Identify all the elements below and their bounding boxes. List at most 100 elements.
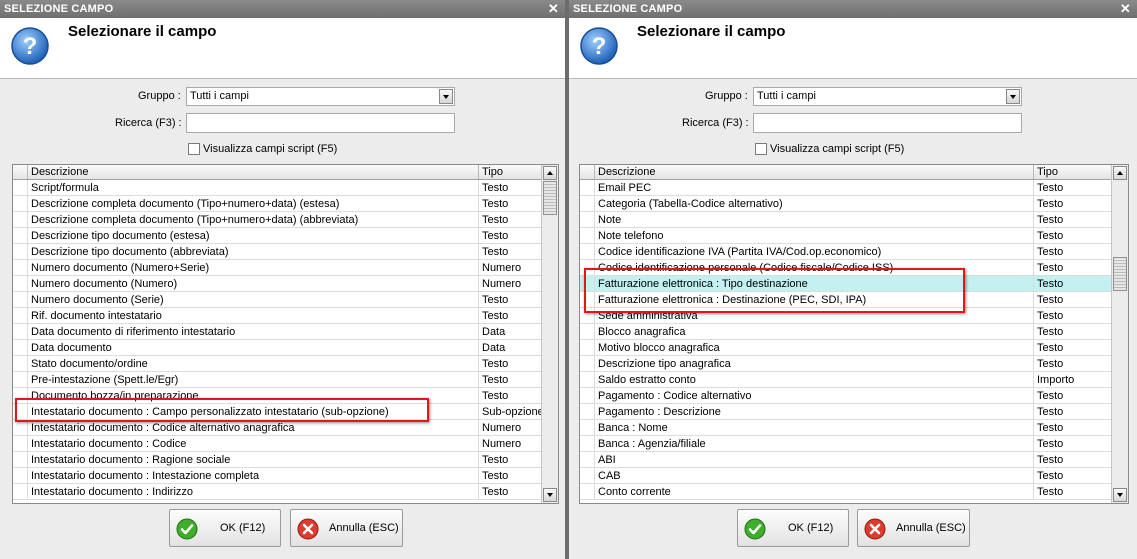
- table-row[interactable]: Categoria (Tabella-Codice alternativo) Te…: [580, 196, 1112, 212]
- column-header-tipo[interactable]: Tipo: [479, 165, 542, 179]
- table-row[interactable]: Descrizione tipo documento (abbreviata) T…: [13, 244, 542, 260]
- table-row[interactable]: Data documento di riferimento intestatar…: [13, 324, 542, 340]
- row-indicator: [580, 244, 595, 259]
- table-row[interactable]: Intestatario documento : Ragione sociale…: [13, 452, 542, 468]
- table-row[interactable]: Saldo estratto conto Importo: [580, 372, 1112, 388]
- red-x-icon: [297, 518, 319, 540]
- scroll-down-icon[interactable]: [543, 488, 557, 502]
- scroll-down-icon[interactable]: [1113, 488, 1127, 502]
- cancel-label: Annulla (ESC): [329, 522, 399, 534]
- cell-descrizione: Descrizione completa documento (Tipo+num…: [28, 196, 479, 211]
- column-header-tipo[interactable]: Tipo: [1034, 165, 1112, 179]
- cell-descrizione: Rif. documento intestatario: [28, 308, 479, 323]
- table-row[interactable]: Motivo blocco anagrafica Testo: [580, 340, 1112, 356]
- search-input[interactable]: [186, 113, 455, 133]
- row-indicator: [580, 420, 595, 435]
- dialog-left: SELEZIONE CAMPO ✕ ? Selezionare il campo…: [0, 0, 565, 559]
- table-row[interactable]: Descrizione tipo anagrafica Testo: [580, 356, 1112, 372]
- cell-tipo: Testo: [1037, 358, 1064, 370]
- column-header-descrizione[interactable]: Descrizione: [28, 165, 479, 179]
- table-row[interactable]: Descrizione tipo documento (estesa) Testo: [13, 228, 542, 244]
- table-row[interactable]: Banca : Agenzia/filiale Testo: [580, 436, 1112, 452]
- cell-descrizione: Note telefono: [595, 228, 1034, 243]
- table-row[interactable]: Email PEC Testo: [580, 180, 1112, 196]
- table-row[interactable]: Script/formula Testo: [13, 180, 542, 196]
- cancel-button[interactable]: Annulla (ESC): [290, 509, 403, 547]
- table-row[interactable]: Pre-intestazione (Spett.le/Egr) Testo: [13, 372, 542, 388]
- cell-tipo: Numero: [482, 278, 522, 290]
- table-row[interactable]: Descrizione completa documento (Tipo+num…: [13, 212, 542, 228]
- cancel-button[interactable]: Annulla (ESC): [857, 509, 970, 547]
- scroll-thumb[interactable]: [1113, 257, 1127, 291]
- table-row[interactable]: Intestatario documento : Intestazione co…: [13, 468, 542, 484]
- table-row[interactable]: Conto corrente Testo: [580, 484, 1112, 500]
- scroll-up-icon[interactable]: [1113, 166, 1127, 180]
- cell-descrizione: Intestatario documento : Codice: [28, 436, 479, 451]
- vertical-scrollbar[interactable]: [541, 165, 558, 503]
- table-row[interactable]: Pagamento : Descrizione Testo: [580, 404, 1112, 420]
- gruppo-select[interactable]: Tutti i campi: [753, 87, 1022, 106]
- table-row[interactable]: Sede amministrativa Testo: [580, 308, 1112, 324]
- search-input[interactable]: [753, 113, 1022, 133]
- table-row[interactable]: Numero documento (Numero) Numero: [13, 276, 542, 292]
- cell-descrizione: Blocco anagrafica: [595, 324, 1034, 339]
- script-fields-checkbox[interactable]: [755, 143, 767, 155]
- scroll-thumb[interactable]: [543, 181, 557, 215]
- close-icon[interactable]: ✕: [1120, 0, 1131, 18]
- ricerca-label: Ricerca (F3) :: [682, 117, 749, 129]
- table-row[interactable]: Descrizione completa documento (Tipo+num…: [13, 196, 542, 212]
- table-row[interactable]: Numero documento (Numero+Serie) Numero: [13, 260, 542, 276]
- table-row[interactable]: Intestatario documento : Campo personali…: [13, 404, 542, 420]
- gruppo-label: Gruppo :: [705, 90, 748, 102]
- title-bar[interactable]: SELEZIONE CAMPO ✕: [0, 0, 565, 18]
- table-row[interactable]: Codice identificazione personale (Codice…: [580, 260, 1112, 276]
- table-row[interactable]: Codice identificazione IVA (Partita IVA/…: [580, 244, 1112, 260]
- row-indicator: [13, 340, 28, 355]
- table-row[interactable]: Fatturazione elettronica : Destinazione …: [580, 292, 1112, 308]
- scroll-up-icon[interactable]: [543, 166, 557, 180]
- row-indicator: [13, 388, 28, 403]
- row-indicator: [13, 452, 28, 467]
- ok-button[interactable]: OK (F12): [737, 509, 849, 547]
- vertical-scrollbar[interactable]: [1111, 165, 1128, 503]
- header-indicator: [580, 165, 595, 179]
- title-bar[interactable]: SELEZIONE CAMPO ✕: [569, 0, 1137, 18]
- table-row[interactable]: Documento bozza/in preparazione Testo: [13, 388, 542, 404]
- gruppo-select[interactable]: Tutti i campi: [186, 87, 455, 106]
- table-row[interactable]: Intestatario documento : Codice alternat…: [13, 420, 542, 436]
- cell-tipo: Testo: [1037, 182, 1064, 194]
- table-row[interactable]: Rif. documento intestatario Testo: [13, 308, 542, 324]
- row-indicator: [13, 436, 28, 451]
- table-row[interactable]: Note Testo: [580, 212, 1112, 228]
- column-header-descrizione[interactable]: Descrizione: [595, 165, 1034, 179]
- grid-header: Descrizione Tipo: [580, 165, 1112, 180]
- row-indicator: [580, 196, 595, 211]
- table-row[interactable]: Fatturazione elettronica : Tipo destinaz…: [580, 276, 1112, 292]
- row-indicator: [13, 404, 28, 419]
- table-row[interactable]: Banca : Nome Testo: [580, 420, 1112, 436]
- cell-tipo: Testo: [1037, 198, 1064, 210]
- chevron-down-icon[interactable]: [1006, 89, 1020, 104]
- table-row[interactable]: Pagamento : Codice alternativo Testo: [580, 388, 1112, 404]
- table-row[interactable]: Data documento Data: [13, 340, 542, 356]
- cell-descrizione: Descrizione tipo documento (abbreviata): [28, 244, 479, 259]
- script-fields-checkbox[interactable]: [188, 143, 200, 155]
- table-row[interactable]: ABI Testo: [580, 452, 1112, 468]
- cell-tipo: Testo: [1037, 230, 1064, 242]
- cell-descrizione: CAB: [595, 468, 1034, 483]
- cancel-label: Annulla (ESC): [896, 522, 966, 534]
- table-row[interactable]: Blocco anagrafica Testo: [580, 324, 1112, 340]
- table-row[interactable]: Intestatario documento : Indirizzo Testo: [13, 484, 542, 500]
- table-row[interactable]: Numero documento (Serie) Testo: [13, 292, 542, 308]
- table-row[interactable]: CAB Testo: [580, 468, 1112, 484]
- cell-tipo: Testo: [1037, 390, 1064, 402]
- close-icon[interactable]: ✕: [548, 0, 559, 18]
- table-row[interactable]: Stato documento/ordine Testo: [13, 356, 542, 372]
- table-row[interactable]: Intestatario documento : Codice Numero: [13, 436, 542, 452]
- ok-button[interactable]: OK (F12): [169, 509, 281, 547]
- cell-descrizione: Numero documento (Numero): [28, 276, 479, 291]
- chevron-down-icon[interactable]: [439, 89, 453, 104]
- table-row[interactable]: Note telefono Testo: [580, 228, 1112, 244]
- cell-tipo: Numero: [482, 422, 522, 434]
- cell-descrizione: Banca : Nome: [595, 420, 1034, 435]
